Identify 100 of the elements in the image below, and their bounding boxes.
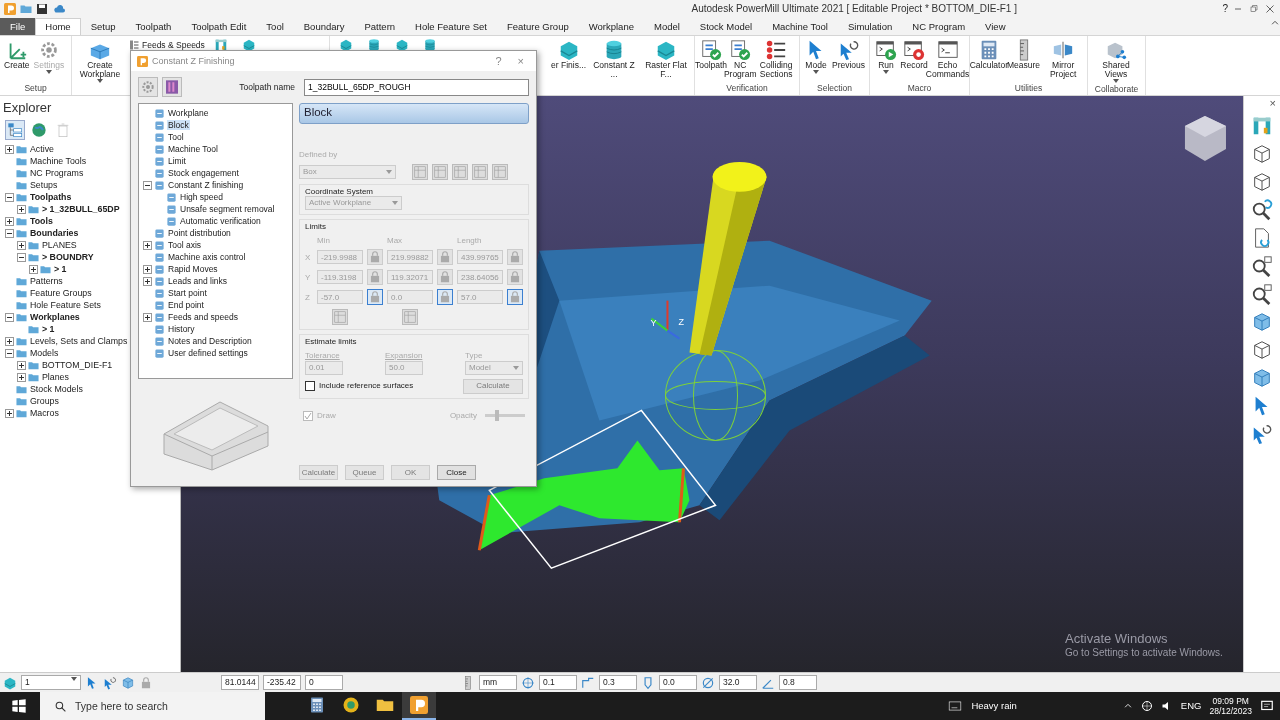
field-label: Toolpath name [238,81,296,93]
column-header: Length [457,235,483,246]
slider-label: Opacity [449,410,477,421]
tree-item[interactable]: BOTTOM_DIE-F1 [41,360,114,371]
clock-time: 09:09 PM [1211,695,1250,706]
ribbon-button[interactable]: Create Workplane [75,38,125,84]
help-button[interactable]: ? [1222,3,1228,15]
group-label: Collaborate [1093,83,1140,95]
tree-item[interactable]: Feature Groups [29,288,93,299]
column-header: Max [387,235,404,246]
tree-item[interactable]: Stock Models [29,384,84,395]
tree-item[interactable]: Levels, Sets and Clamps [29,336,129,347]
watermark-title: Activate Windows [1065,631,1169,647]
group-label: Utilities [1013,83,1044,95]
tree-item[interactable]: Macros [29,408,60,419]
window-title: Autodesk PowerMill Ultimate 2021 [ Editable Project * BOTTOM_DIE-F1 ] [690,3,1018,15]
coordinate-field[interactable]: -235.42 [263,675,301,690]
ribbon-button[interactable]: Constant Z ... [589,38,639,80]
watermark-text: Go to Settings to activate Windows. [1065,647,1223,659]
tree-item[interactable]: Planes [41,372,70,383]
ribbon-tab[interactable]: Feature Group [496,18,579,35]
units-field[interactable]: mm [479,675,517,690]
panel-title: Explorer [3,100,52,116]
tree-item[interactable]: > 1 [53,264,68,275]
ribbon-tab[interactable]: Workplane [578,18,644,35]
ribbon-tab[interactable]: Setup [80,18,126,35]
ribbon-tab[interactable]: Tool [256,18,294,35]
search-field[interactable]: Type here to search [40,692,265,720]
field-label: Expansion [385,350,423,361]
tree-item[interactable]: Patterns [29,276,64,287]
group-label: Verification [725,83,769,95]
axis-label: X [305,252,312,263]
ribbon-tab[interactable]: Boundary [293,18,355,35]
group-title: Limits [305,222,327,232]
tree-item[interactable]: Workplanes [29,312,81,323]
coordinate-field[interactable]: 81.0144 [221,675,259,690]
tree-item[interactable]: > 1_32BULL_65DP [41,204,121,215]
coordinate-field[interactable]: 0 [305,675,343,690]
checkbox-label: Draw [317,410,336,421]
ribbon-button[interactable]: Run [873,38,899,75]
page-header: Block [299,103,529,124]
group-label: Macro [906,83,933,95]
ribbon-button[interactable]: er Finis... [550,38,587,71]
tree-item[interactable]: Toolpaths [29,192,73,203]
checkbox-label: Include reference surfaces [319,381,414,391]
ribbon-button[interactable]: Colliding Sections [756,38,796,80]
dialog-title: Constant Z Finishing [152,55,235,67]
tree-item[interactable]: Groups [29,396,60,407]
tree-item[interactable]: Tools [29,216,54,227]
ribbon-tab[interactable]: Pattern [354,18,406,35]
value-field[interactable]: 0.0 [659,675,697,690]
ribbon-button[interactable]: Measure [1009,38,1038,71]
axis-label: Z [305,292,311,303]
ribbon-tab[interactable]: Model [643,18,690,35]
clock-date: 28/12/2023 [1209,706,1252,717]
ribbon-tab[interactable]: Toolpath Edit [181,18,257,35]
ribbon-tab[interactable]: Home [35,18,81,35]
tree-item[interactable]: Active [29,144,55,155]
tree-item[interactable]: PLANES [41,240,78,251]
column-header: Min [317,235,331,246]
group-title: Coordinate System [305,186,375,197]
ribbon-button[interactable]: Shared Views [1091,38,1141,84]
ribbon-button[interactable]: Previous [831,38,866,71]
field-label: Type [465,350,484,361]
tree-item[interactable]: > 1 [41,324,56,335]
group-label: Selection [816,83,853,95]
ribbon-tab[interactable]: Machine Tool [762,18,838,35]
value-field[interactable]: 32.0 [719,675,757,690]
tree-item[interactable]: Models [29,348,60,359]
weather-label: Heavy rain [971,700,1017,712]
ribbon-tab[interactable]: View [975,18,1016,35]
ribbon-button[interactable]: Mode [803,38,829,75]
tree-item[interactable]: Hole Feature Sets [29,300,102,311]
ribbon-button[interactable]: Feeds & Speeds [127,38,206,52]
ribbon-button[interactable]: Mirror Project [1042,38,1084,80]
tree-item[interactable]: Machine Tools [29,156,88,167]
group-label: Setup [23,83,48,95]
ribbon-button[interactable]: NC Program [726,38,755,80]
file-tab[interactable]: File [0,18,36,35]
tree-item[interactable]: Boundaries [29,228,80,239]
ribbon-tab[interactable]: Hole Feature Set [405,18,497,35]
value-field[interactable]: 0.1 [539,675,577,690]
close-button[interactable]: × [1265,96,1280,109]
language-label: ENG [1180,700,1202,712]
ribbon-tab[interactable]: Simulation [837,18,903,35]
ribbon-tab[interactable]: Toolpath [125,18,182,35]
axis-label: Z [678,316,684,327]
ribbon-button[interactable]: Raster Flat F... [641,38,691,80]
tree-item[interactable]: > BOUNDRY [41,252,95,263]
value-field[interactable]: 0.3 [599,675,637,690]
group-title: Estimate limits [305,337,358,347]
tree-item[interactable]: NC Programs [29,168,85,179]
ribbon-button[interactable]: Create [3,38,31,71]
value-field[interactable]: 0.8 [779,675,817,690]
ribbon-tab[interactable]: NC Program [902,18,976,35]
layer-select[interactable]: 1 [21,675,81,690]
axis-label: Y [650,317,657,328]
tree-item[interactable]: Setups [29,180,59,191]
ribbon-tab[interactable]: Stock Model [689,18,763,35]
ribbon-button[interactable]: Record [901,38,927,71]
